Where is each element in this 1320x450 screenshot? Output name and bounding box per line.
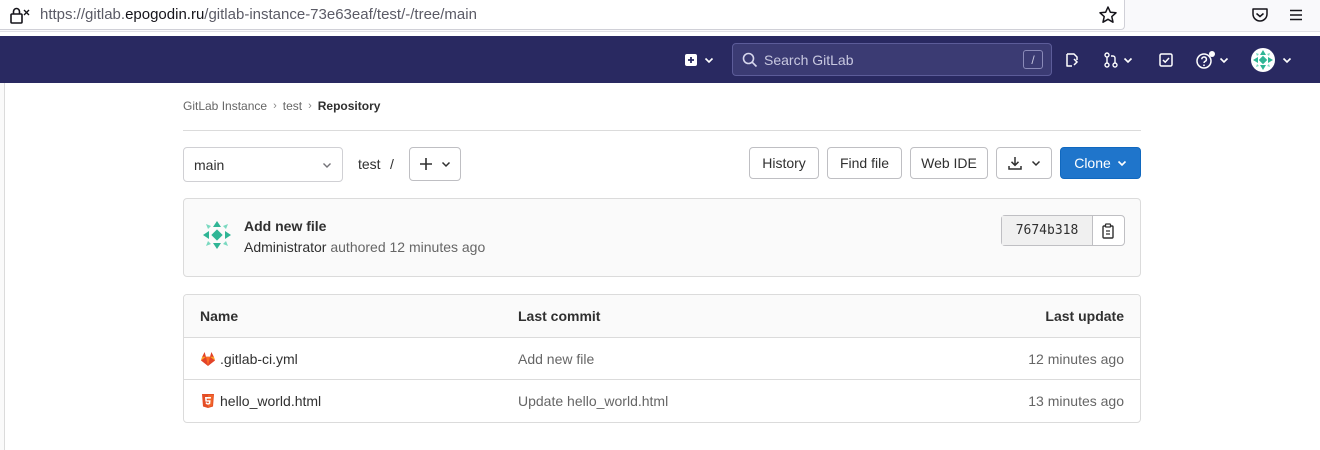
- clone-label: Clone: [1074, 155, 1111, 171]
- table-header-row: Name Last commit Last update: [184, 295, 1140, 338]
- url-path: /gitlab-instance-73e63eaf/test/-/tree/ma…: [204, 6, 477, 23]
- table-row[interactable]: .gitlab-ci.yml Add new file 12 minutes a…: [184, 338, 1140, 380]
- browser-toolbar: https://gitlab.epogodin.ru/gitlab-instan…: [0, 0, 1320, 32]
- chevron-down-icon: [1031, 160, 1041, 167]
- plus-square-icon: [685, 54, 697, 66]
- file-name-link[interactable]: hello_world.html: [220, 393, 321, 409]
- search-shortcut-key: /: [1023, 50, 1043, 69]
- chevron-down-icon: [441, 161, 451, 168]
- todo-checkbox-icon: [1159, 53, 1173, 67]
- url-bar[interactable]: https://gitlab.epogodin.ru/gitlab-instan…: [0, 0, 1125, 30]
- author-avatar-icon[interactable]: [200, 218, 234, 252]
- branch-selector[interactable]: main: [183, 147, 343, 182]
- merge-request-icon: [1104, 52, 1118, 68]
- url-prefix: https://gitlab.: [40, 6, 126, 23]
- last-commit-link[interactable]: Add new file: [518, 351, 594, 367]
- file-tree-table: Name Last commit Last update .gitlab-ci.…: [183, 294, 1141, 423]
- breadcrumb-chevron-icon: ›: [273, 100, 277, 112]
- download-dropdown[interactable]: [996, 147, 1052, 179]
- last-commit-link[interactable]: Update hello_world.html: [518, 393, 668, 409]
- column-header-last-commit: Last commit: [518, 308, 601, 324]
- column-header-name: Name: [200, 308, 239, 324]
- help-button[interactable]: [1192, 46, 1232, 74]
- commit-author-link[interactable]: Administrator: [244, 239, 326, 255]
- column-header-last-update: Last update: [1045, 308, 1124, 324]
- table-row[interactable]: hello_world.html Update hello_world.html…: [184, 380, 1140, 422]
- new-menu-button[interactable]: [678, 46, 720, 74]
- add-to-tree-dropdown[interactable]: [409, 147, 461, 181]
- commit-sha-link[interactable]: 7674b318: [1002, 216, 1093, 245]
- merge-requests-button[interactable]: [1098, 46, 1138, 74]
- web-ide-button[interactable]: Web IDE: [910, 147, 988, 179]
- user-menu-button[interactable]: [1248, 44, 1294, 76]
- last-commit-panel: Add new file Administrator authored 12 m…: [183, 198, 1141, 277]
- search-input[interactable]: Search GitLab /: [732, 43, 1052, 76]
- copy-sha-button[interactable]: [1093, 216, 1124, 245]
- chevron-down-icon: [1282, 57, 1292, 64]
- plus-icon: [420, 158, 432, 170]
- chevron-down-icon: [1117, 160, 1126, 167]
- html5-icon: [202, 394, 214, 408]
- gitlab-top-bar: Search GitLab /: [0, 36, 1320, 83]
- help-icon: [1196, 51, 1215, 69]
- commit-authored-time: authored 12 minutes ago: [326, 239, 486, 255]
- last-update-time: 12 minutes ago: [1028, 350, 1124, 367]
- breadcrumb: GitLab Instance › test › Repository: [183, 99, 380, 113]
- breadcrumb-divider: [183, 130, 1141, 131]
- user-avatar-icon: [1251, 48, 1275, 72]
- chevron-down-icon: [323, 163, 331, 168]
- chevron-down-icon: [704, 57, 714, 64]
- clipboard-icon: [1102, 222, 1114, 239]
- commit-title-link[interactable]: Add new file: [244, 218, 326, 234]
- issues-button[interactable]: [1060, 46, 1084, 74]
- path-separator: /: [390, 156, 394, 172]
- file-name-link[interactable]: .gitlab-ci.yml: [220, 351, 298, 367]
- collapsed-sidebar: [0, 83, 5, 450]
- issues-icon: [1066, 53, 1079, 67]
- last-update-time: 13 minutes ago: [1028, 393, 1124, 409]
- path-root-link[interactable]: test: [358, 156, 381, 172]
- lock-icon[interactable]: [10, 6, 30, 24]
- commit-meta: Administrator authored 12 minutes ago: [244, 239, 485, 255]
- branch-name: main: [194, 156, 225, 173]
- url-host: epogodin.ru: [125, 6, 205, 23]
- breadcrumb-item-repository[interactable]: Repository: [318, 99, 381, 113]
- breadcrumb-item-test[interactable]: test: [283, 99, 302, 113]
- search-icon: [742, 52, 758, 67]
- search-placeholder: Search GitLab: [764, 51, 854, 68]
- bookmark-star-icon[interactable]: [1098, 5, 1118, 25]
- breadcrumb-chevron-icon: ›: [308, 100, 312, 112]
- find-file-button[interactable]: Find file: [827, 147, 902, 179]
- chevron-down-icon: [1123, 57, 1133, 64]
- url-text: https://gitlab.epogodin.ru/gitlab-instan…: [40, 6, 477, 23]
- history-button[interactable]: History: [749, 147, 819, 179]
- chevron-down-icon: [1219, 57, 1229, 64]
- commit-sha-group: 7674b318: [1001, 215, 1125, 246]
- breadcrumb-item-gitlab-instance[interactable]: GitLab Instance: [183, 99, 267, 113]
- clone-button[interactable]: Clone: [1060, 147, 1141, 179]
- file-name-cell[interactable]: .gitlab-ci.yml: [200, 351, 298, 367]
- download-icon: [1008, 157, 1022, 170]
- pocket-icon[interactable]: [1251, 6, 1269, 24]
- file-name-cell[interactable]: hello_world.html: [200, 393, 321, 409]
- todos-button[interactable]: [1154, 46, 1178, 74]
- hamburger-menu-icon[interactable]: [1287, 6, 1305, 24]
- gitlab-ci-icon: [201, 351, 215, 366]
